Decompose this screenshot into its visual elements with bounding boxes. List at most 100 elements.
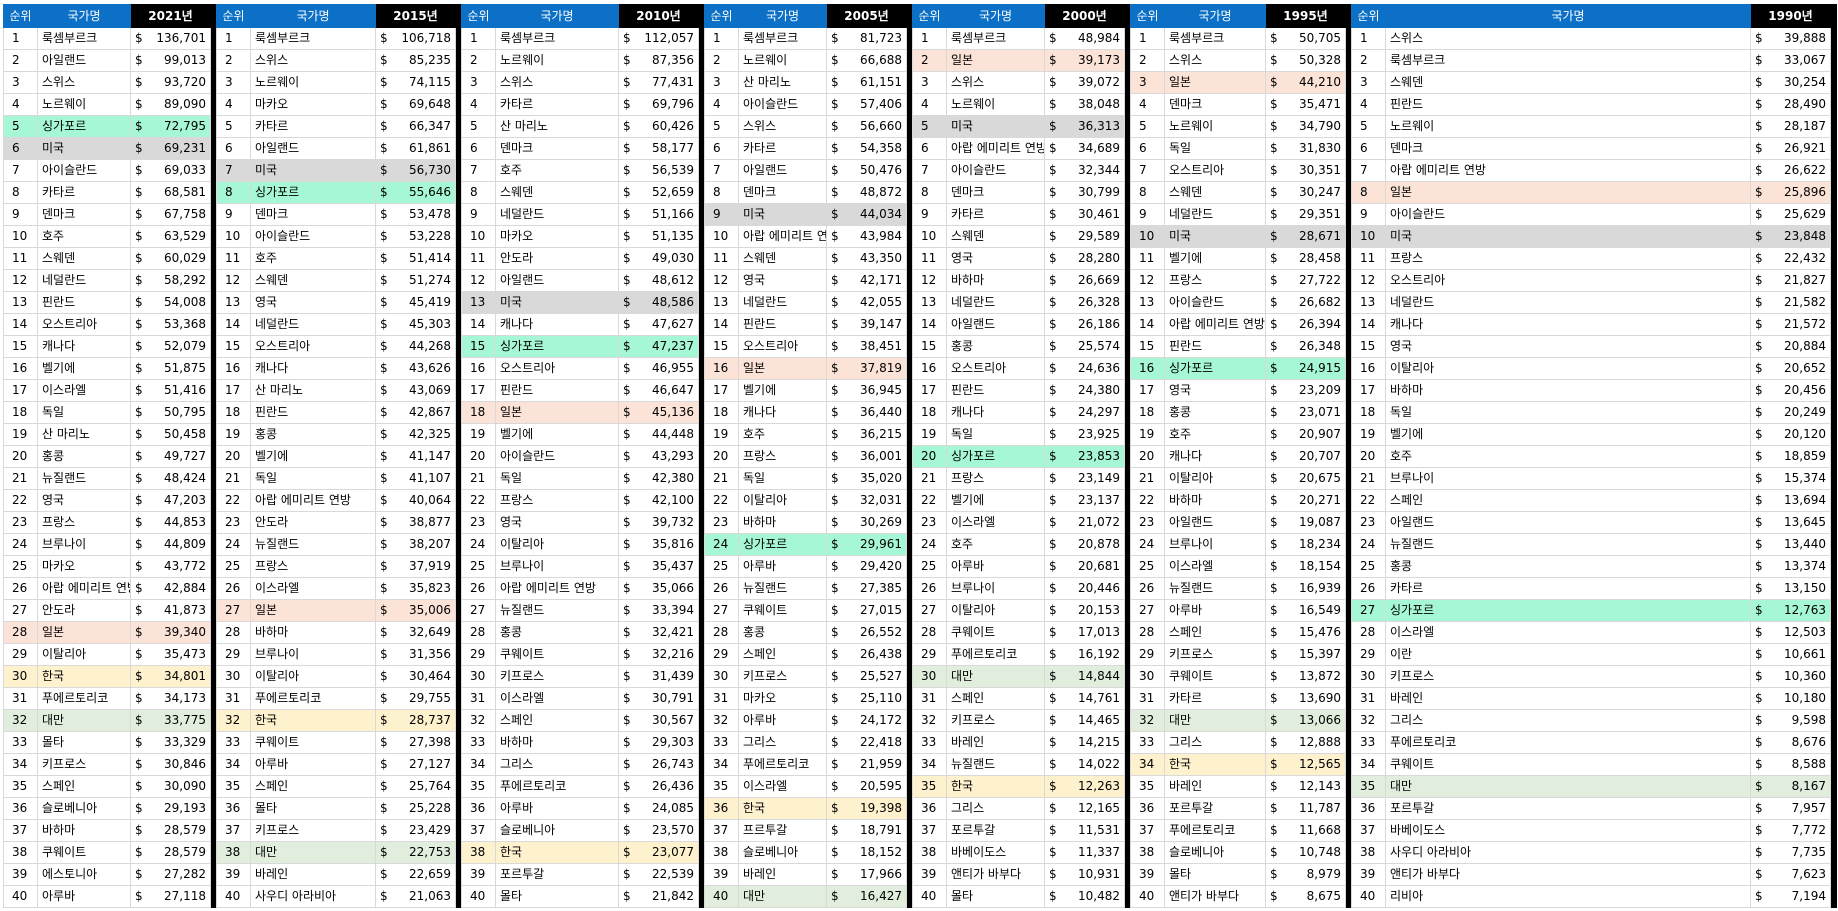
currency-symbol: $ xyxy=(375,401,394,424)
table-row: 7 미국 $56,730 xyxy=(216,159,463,182)
gdp-value: 68,581 xyxy=(148,181,212,204)
table-row: 7 아이슬란드 $69,033 xyxy=(3,159,218,182)
table-row: 22 이탈리아 $32,031 xyxy=(704,489,914,512)
country-name: 키프로스 xyxy=(495,665,619,688)
table-row: 33 쿠웨이트 $27,398 xyxy=(216,731,463,754)
currency-symbol: $ xyxy=(130,401,149,424)
gdp-value: 11,531 xyxy=(1062,819,1126,842)
country-name: 룩셈부르크 xyxy=(1164,27,1266,50)
currency-symbol: $ xyxy=(375,775,394,798)
column-separator xyxy=(1830,467,1838,490)
table-row: 3 스위스 $93,720 xyxy=(3,71,218,94)
gdp-value: 13,440 xyxy=(1768,533,1832,556)
table-row: 10 미국 $28,671 xyxy=(1130,225,1353,248)
currency-symbol: $ xyxy=(618,379,637,402)
country-name: 푸에르토리코 xyxy=(250,687,376,710)
rank-cell: 7 xyxy=(704,159,739,182)
gdp-value: 50,705 xyxy=(1283,27,1347,50)
currency-symbol: $ xyxy=(1265,665,1284,688)
column-separator xyxy=(1830,753,1838,776)
country-name: 아일랜드 xyxy=(250,137,376,160)
table-row: 13 네덜란드 $21,582 xyxy=(1351,291,1838,314)
currency-symbol: $ xyxy=(1750,797,1769,820)
gdp-value: 22,659 xyxy=(393,863,457,886)
rank-cell: 11 xyxy=(1130,247,1165,270)
country-name: 스웨덴 xyxy=(250,269,376,292)
country-name: 오스트리아 xyxy=(1164,159,1266,182)
country-name: 벨기에 xyxy=(1164,247,1266,270)
table-row: 19 벨기에 $20,120 xyxy=(1351,423,1838,446)
table-row: 39 몰타 $8,979 xyxy=(1130,863,1353,886)
gdp-value: 20,446 xyxy=(1062,577,1126,600)
country-name: 포르투갈 xyxy=(495,863,619,886)
country-name: 사우디 아라비아 xyxy=(250,885,376,908)
country-name: 바하마 xyxy=(495,731,619,754)
rank-cell: 8 xyxy=(1351,181,1386,204)
country-name: 아일랜드 xyxy=(946,313,1045,336)
gdp-value: 42,100 xyxy=(636,489,700,512)
gdp-value: 33,067 xyxy=(1768,49,1832,72)
column-separator xyxy=(1830,4,1838,28)
table-row: 36 포르투갈 $7,957 xyxy=(1351,797,1838,820)
currency-symbol: $ xyxy=(826,511,845,534)
gdp-value: 61,151 xyxy=(844,71,908,94)
currency-symbol: $ xyxy=(826,445,845,468)
year-header: 2015년 xyxy=(374,4,457,28)
rank-cell: 10 xyxy=(912,225,947,248)
currency-symbol: $ xyxy=(1750,379,1769,402)
rank-cell: 18 xyxy=(1351,401,1386,424)
country-name: 이탈리아 xyxy=(495,533,619,556)
table-row: 31 스페인 $14,761 xyxy=(912,687,1132,710)
rank-cell: 5 xyxy=(704,115,739,138)
year-header: 1990년 xyxy=(1749,4,1832,28)
currency-symbol: $ xyxy=(618,269,637,292)
country-name: 이탈리아 xyxy=(738,489,827,512)
currency-symbol: $ xyxy=(1750,225,1769,248)
gdp-value: 13,374 xyxy=(1768,555,1832,578)
table-row: 28 스페인 $15,476 xyxy=(1130,621,1353,644)
gdp-value: 26,348 xyxy=(1283,335,1347,358)
gdp-value: 58,177 xyxy=(636,137,700,160)
table-row: 1 스위스 $39,888 xyxy=(1351,27,1838,50)
table-row: 36 아루바 $24,085 xyxy=(461,797,706,820)
rank-cell: 19 xyxy=(1351,423,1386,446)
table-row: 5 노르웨이 $34,790 xyxy=(1130,115,1353,138)
gdp-value: 28,280 xyxy=(1062,247,1126,270)
gdp-value: 51,416 xyxy=(148,379,212,402)
table-row: 23 바하마 $30,269 xyxy=(704,511,914,534)
country-name: 바레인 xyxy=(1385,687,1751,710)
rank-cell: 18 xyxy=(1130,401,1165,424)
table-row: 5산 마리노 $60,426 xyxy=(461,115,706,138)
country-name: 네덜란드 xyxy=(37,269,131,292)
gdp-value: 50,328 xyxy=(1283,49,1347,72)
country-name: 스위스 xyxy=(37,71,131,94)
country-name: 브루나이 xyxy=(495,555,619,578)
country-name: 뉴질랜드 xyxy=(250,533,376,556)
currency-symbol: $ xyxy=(130,819,149,842)
currency-symbol: $ xyxy=(1044,753,1063,776)
table-row: 9 미국 $44,034 xyxy=(704,203,914,226)
rank-cell: 21 xyxy=(1351,467,1386,490)
gdp-value: 8,675 xyxy=(1283,885,1347,908)
table-row: 24 브루나이 $44,809 xyxy=(3,533,218,556)
country-name: 미국 xyxy=(738,203,827,226)
table-row: 34 뉴질랜드 $14,022 xyxy=(912,753,1132,776)
country-name: 안도라 xyxy=(37,599,131,622)
table-row: 8 카타르 $68,581 xyxy=(3,181,218,204)
currency-symbol: $ xyxy=(1265,709,1284,732)
currency-symbol: $ xyxy=(1044,643,1063,666)
rank-cell: 15 xyxy=(1351,335,1386,358)
gdp-value: 106,718 xyxy=(393,27,457,50)
currency-symbol: $ xyxy=(1265,203,1284,226)
rank-cell: 6 xyxy=(912,137,947,160)
currency-symbol: $ xyxy=(618,159,637,182)
country-name: 에스토니아 xyxy=(37,863,131,886)
table-row: 37 바하마 $28,579 xyxy=(3,819,218,842)
currency-symbol: $ xyxy=(1265,115,1284,138)
currency-symbol: $ xyxy=(826,71,845,94)
rank-cell: 34 xyxy=(912,753,947,776)
currency-symbol: $ xyxy=(1265,863,1284,886)
gdp-value: 29,589 xyxy=(1062,225,1126,248)
table-row: 26 뉴질랜드 $16,939 xyxy=(1130,577,1353,600)
country-name: 키프로스 xyxy=(738,665,827,688)
